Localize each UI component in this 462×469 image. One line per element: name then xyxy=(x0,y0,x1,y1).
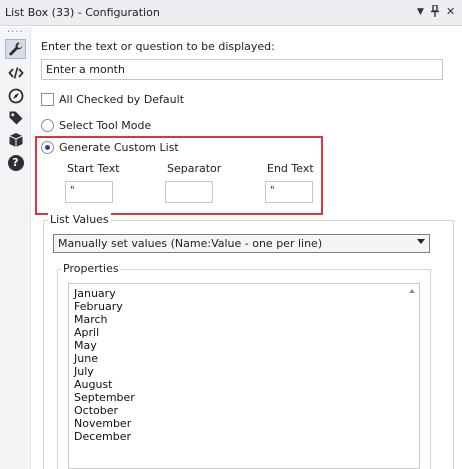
custom-list-option[interactable]: Generate Custom List xyxy=(41,141,179,154)
help-glyph: ? xyxy=(7,155,24,171)
dropdown-icon[interactable]: ▼ xyxy=(417,5,424,19)
chevron-down-icon xyxy=(417,239,425,244)
list-item: March xyxy=(74,313,108,326)
prompt-label: Enter the text or question to be display… xyxy=(41,40,275,53)
vertical-scrollbar[interactable] xyxy=(405,284,419,468)
select-tool-mode-radio[interactable] xyxy=(41,119,54,132)
start-text-label: Start Text xyxy=(67,162,120,175)
list-item: August xyxy=(74,378,113,391)
dropdown-value: Manually set values (Name:Value - one pe… xyxy=(58,237,323,250)
compass-icon[interactable] xyxy=(5,86,26,106)
window-title: List Box (33) - Configuration xyxy=(5,6,160,19)
list-item: July xyxy=(74,365,94,378)
list-item: February xyxy=(74,300,123,313)
properties-label: Properties xyxy=(61,262,121,275)
select-tool-mode-label: Select Tool Mode xyxy=(59,119,152,132)
title-bar: List Box (33) - Configuration ▼ ✕ xyxy=(0,0,462,26)
custom-list-label: Generate Custom List xyxy=(59,141,179,154)
help-icon[interactable]: ? xyxy=(5,153,26,173)
pin-icon[interactable] xyxy=(430,4,440,21)
list-item: January xyxy=(74,287,116,300)
months-list: January February March April May June Ju… xyxy=(74,287,135,443)
separator-label: Separator xyxy=(167,162,222,175)
box-icon[interactable] xyxy=(5,130,26,150)
configuration-panel: Enter the text or question to be display… xyxy=(31,27,462,469)
all-checked-option[interactable]: All Checked by Default xyxy=(41,93,184,106)
start-text-input[interactable]: " xyxy=(65,181,113,203)
tag-icon[interactable] xyxy=(5,108,26,128)
select-tool-mode-option[interactable]: Select Tool Mode xyxy=(41,119,151,132)
list-item: September xyxy=(74,391,135,404)
scroll-up-icon[interactable] xyxy=(409,289,415,293)
list-values-dropdown[interactable]: Manually set values (Name:Value - one pe… xyxy=(53,234,430,253)
custom-list-radio[interactable] xyxy=(41,141,54,154)
list-item: May xyxy=(74,339,97,352)
prompt-input[interactable]: Enter a month xyxy=(41,59,443,80)
list-item: November xyxy=(74,417,132,430)
code-icon[interactable] xyxy=(5,63,26,83)
list-item: June xyxy=(74,352,98,365)
sidebar: ···· ? xyxy=(0,27,31,469)
end-text-input[interactable]: " xyxy=(265,181,313,203)
months-textarea[interactable]: January February March April May June Ju… xyxy=(68,283,420,469)
list-item: April xyxy=(74,326,100,339)
list-item: December xyxy=(74,430,132,443)
separator-input[interactable] xyxy=(165,181,213,203)
all-checked-label: All Checked by Default xyxy=(59,93,185,106)
all-checked-checkbox[interactable] xyxy=(41,93,54,106)
end-text-label: End Text xyxy=(267,162,314,175)
sidebar-grip[interactable]: ···· xyxy=(7,27,24,38)
close-icon[interactable]: ✕ xyxy=(446,5,455,19)
list-values-label: List Values xyxy=(48,213,111,226)
wrench-icon[interactable] xyxy=(5,39,26,59)
list-item: October xyxy=(74,404,119,417)
